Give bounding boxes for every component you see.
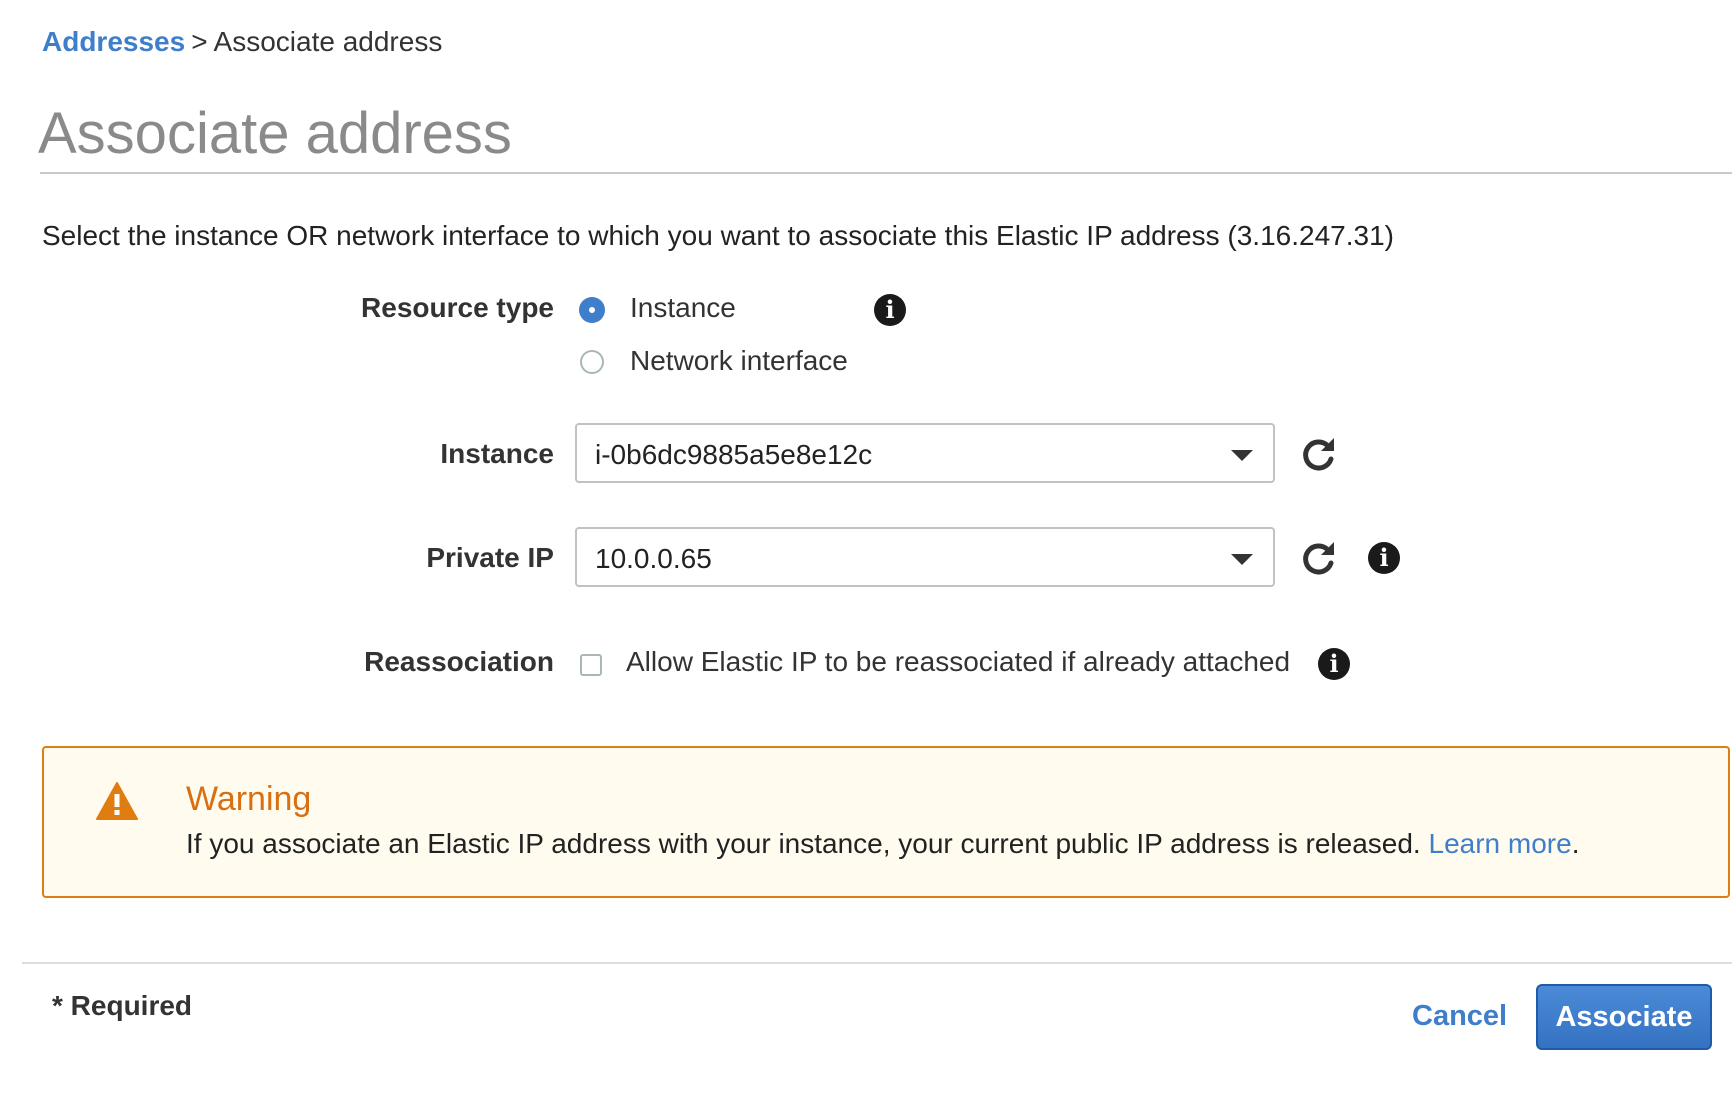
resource-type-info-icon[interactable]: i <box>874 294 906 326</box>
caret-down-icon <box>1231 450 1253 461</box>
private-ip-label: Private IP <box>426 542 554 573</box>
radio-instance[interactable] <box>580 298 604 322</box>
warning-message: If you associate an Elastic IP address w… <box>186 828 1421 859</box>
warning-trailing-period: . <box>1571 828 1580 859</box>
warning-triangle-icon <box>96 782 138 820</box>
breadcrumb-current: Associate address <box>213 26 443 57</box>
learn-more-link[interactable]: Learn more <box>1429 828 1572 859</box>
reassociation-checkbox-label[interactable]: Allow Elastic IP to be reassociated if a… <box>626 646 1290 678</box>
warning-message-line: If you associate an Elastic IP address w… <box>186 828 1579 860</box>
instance-select[interactable]: i-0b6dc9885a5e8e12c <box>575 423 1275 483</box>
page-title: Associate address <box>38 101 512 166</box>
radio-instance-label[interactable]: Instance <box>630 292 736 324</box>
associate-button[interactable]: Associate <box>1536 984 1712 1050</box>
required-note: * Required <box>52 990 193 1021</box>
warning-title: Warning <box>186 780 312 818</box>
cancel-button[interactable]: Cancel <box>1412 1000 1507 1033</box>
caret-down-icon <box>1231 554 1253 565</box>
radio-network-interface-label[interactable]: Network interface <box>630 345 848 377</box>
resource-type-label: Resource type <box>361 292 554 323</box>
page-description: Select the instance OR network interface… <box>42 220 1394 251</box>
private-ip-info-icon[interactable]: i <box>1368 542 1400 574</box>
radio-network-interface[interactable] <box>580 350 604 374</box>
footer-divider <box>22 962 1732 964</box>
private-ip-select-value: 10.0.0.65 <box>595 543 712 574</box>
breadcrumb: Addresses > Associate address <box>42 26 442 58</box>
instance-label: Instance <box>440 438 554 469</box>
title-divider <box>40 172 1732 174</box>
private-ip-refresh-icon[interactable] <box>1298 538 1338 578</box>
reassociation-info-icon[interactable]: i <box>1318 648 1350 680</box>
reassociation-label: Reassociation <box>364 646 554 677</box>
instance-select-value: i-0b6dc9885a5e8e12c <box>595 439 873 470</box>
warning-alert: Warning If you associate an Elastic IP a… <box>42 746 1730 898</box>
reassociation-checkbox[interactable] <box>580 654 602 676</box>
instance-refresh-icon[interactable] <box>1298 434 1338 474</box>
breadcrumb-separator: > <box>191 26 208 57</box>
breadcrumb-link-addresses[interactable]: Addresses <box>42 26 185 57</box>
private-ip-select[interactable]: 10.0.0.65 <box>575 527 1275 587</box>
